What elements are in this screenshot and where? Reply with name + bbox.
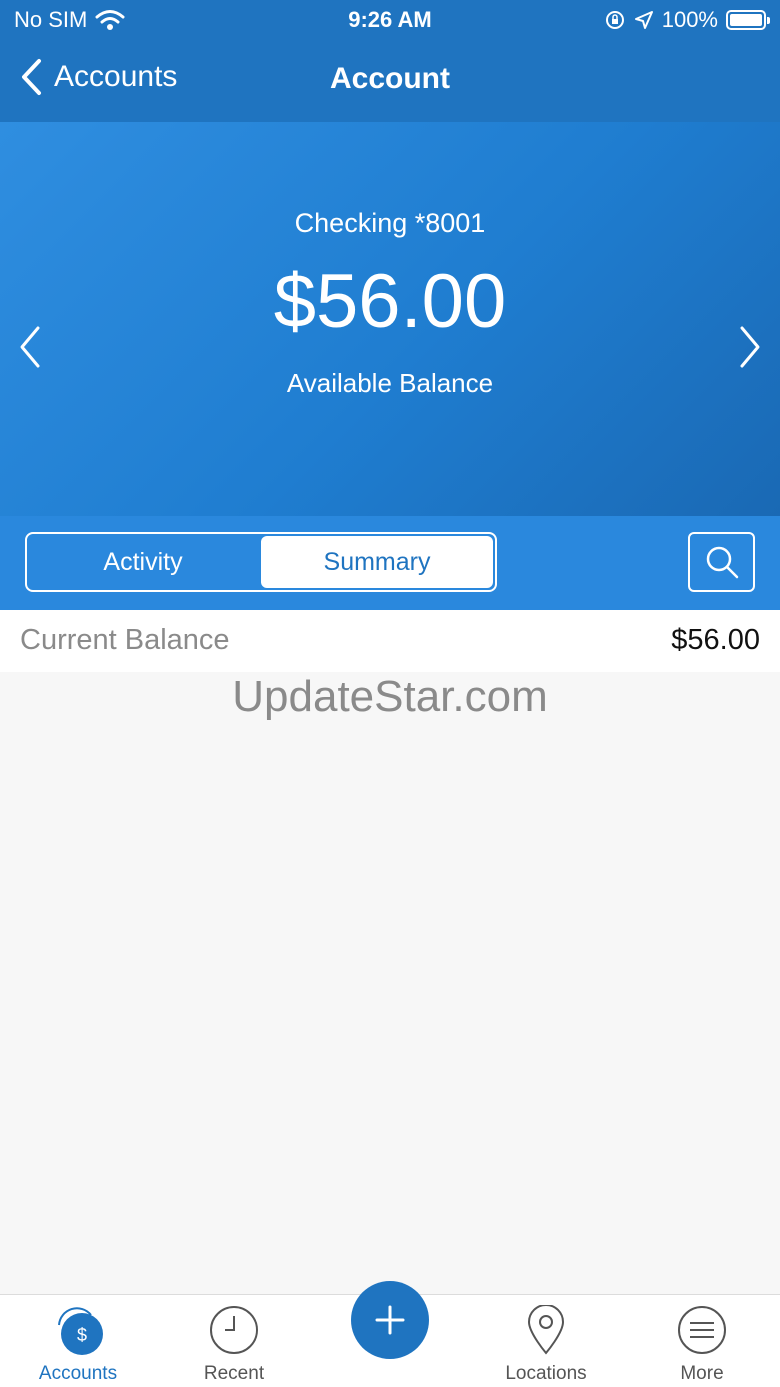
current-balance-row: Current Balance $56.00: [0, 610, 780, 672]
accounts-dollar-icon: $: [58, 1307, 103, 1355]
account-balance-card: Checking *8001 $56.00 Available Balance: [0, 122, 780, 516]
orientation-lock-icon: [605, 11, 624, 29]
available-balance-amount: $56.00: [273, 259, 507, 344]
menu-icon: [678, 1306, 726, 1354]
tab-label: Accounts: [38, 1363, 118, 1384]
account-name: Checking *8001: [294, 208, 486, 238]
tab-label: Recent: [203, 1363, 265, 1384]
clock-icon: [210, 1306, 258, 1354]
current-balance-value: $56.00: [671, 624, 760, 656]
tab-locations[interactable]: Locations: [468, 1295, 624, 1387]
available-balance-label: Available Balance: [286, 368, 494, 398]
activity-summary-toggle: Activity Summary: [25, 532, 497, 592]
tab-accounts[interactable]: $ Accounts: [0, 1295, 156, 1387]
segment-bar: Activity Summary: [0, 516, 780, 610]
plus-icon: [375, 1305, 405, 1335]
svg-text:$: $: [77, 1325, 87, 1345]
tab-label: Locations: [505, 1363, 587, 1384]
battery-icon: [726, 10, 770, 30]
current-balance-label: Current Balance: [20, 624, 230, 656]
watermark: UpdateStar.com: [232, 672, 548, 721]
next-account-button[interactable]: [726, 322, 766, 372]
location-pin-icon: [527, 1305, 565, 1355]
top-bar: No SIM 9:26 AM 100% Accounts Account: [0, 0, 780, 122]
tab-more[interactable]: More: [624, 1295, 780, 1387]
tab-activity[interactable]: Activity: [27, 534, 259, 590]
battery-percent: 100%: [661, 7, 718, 32]
add-button[interactable]: [351, 1281, 429, 1359]
tab-summary[interactable]: Summary: [261, 536, 493, 588]
tab-bar: $ Accounts Recent Locations More: [0, 1281, 780, 1387]
chevron-right-icon: [740, 326, 760, 368]
status-bar: No SIM 9:26 AM 100%: [0, 0, 780, 40]
search-icon: [706, 546, 738, 579]
page-title: Account: [330, 62, 450, 95]
search-button[interactable]: [688, 532, 755, 592]
navigation-bar: Accounts Account: [0, 50, 780, 110]
tab-label: More: [680, 1363, 724, 1384]
tab-recent[interactable]: Recent: [156, 1295, 312, 1387]
location-arrow-icon: [634, 11, 653, 29]
